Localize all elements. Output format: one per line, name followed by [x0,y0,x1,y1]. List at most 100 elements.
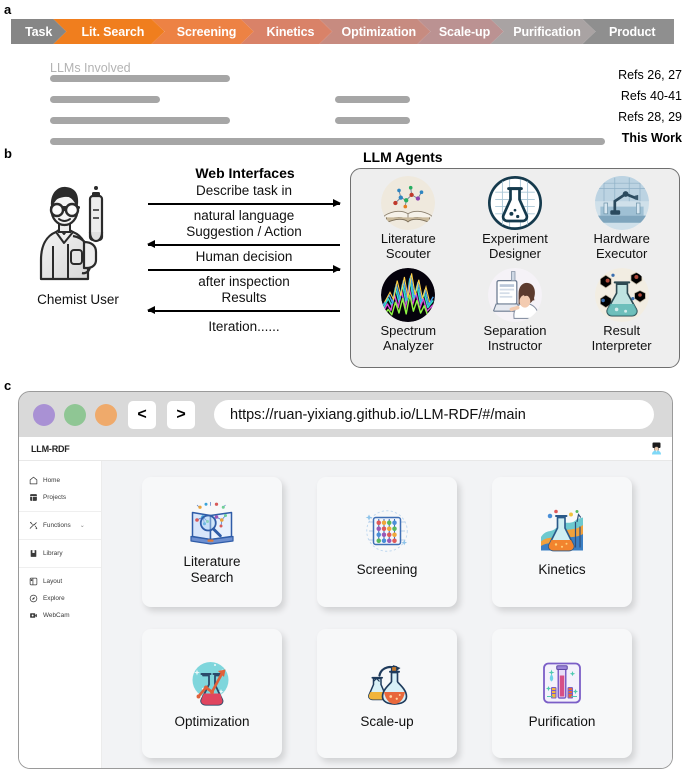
coverage-bar [50,96,160,103]
app-body: Home Projects Functions ⌄ Library Layout Explo… [19,461,672,768]
card-screening[interactable]: Screening [317,477,457,607]
arrowhead-left-icon [147,306,155,314]
card-kinetics[interactable]: Kinetics [492,477,632,607]
flask-circle-icon [487,176,542,230]
projects-icon [29,493,38,502]
well-plate-icon [363,507,411,555]
workflow-step-label: Kinetics [266,24,315,39]
optimization-arrow-icon [188,659,236,707]
workflow-step-label: Task [25,24,53,39]
app-brand-label: LLM-RDF [31,443,70,454]
coverage-bar [50,138,605,145]
arrowhead-right-icon [333,265,341,273]
chemist-illustration-icon [39,186,104,281]
workflow-step-kinetics: Kinetics [241,19,333,44]
back-button[interactable]: < [128,400,156,429]
workflow-step-label: Scale-up [438,24,491,39]
sidebar-item-functions[interactable]: Functions ⌄ [19,517,101,534]
reference-label: Refs 28, 29 [618,110,682,124]
scientist-computer-icon [487,268,542,322]
agent-result-interpreter: Result Interpreter [568,268,675,360]
robot-arm-icon [594,176,649,230]
arrow-shaft [148,310,340,312]
sidebar-item-label: Library [43,550,63,557]
arrow-line [147,240,340,249]
agent-spectrum-analyzer: Spectrum Analyzer [355,268,462,360]
card-purification[interactable]: Purification [492,628,632,758]
panel-a-workflow: Task Lit. Search Screening Kinetics Optimiza… [0,14,685,145]
sidebar-item-label: Home [43,477,61,484]
sidebar-group: Library [19,540,101,568]
agent-name: Literature Scouter [380,231,436,261]
coverage-bar [335,96,410,103]
app-sidebar: Home Projects Functions ⌄ Library Layout Explo… [19,461,102,768]
sidebar-item-layout[interactable]: Layout [19,573,101,590]
sidebar-item-library[interactable]: Library [19,545,101,562]
agent-name: Spectrum Analyzer [380,323,437,353]
green-dot[interactable] [64,403,86,426]
forward-button[interactable]: > [167,400,195,429]
workflow-step-product: Product [582,19,674,44]
agent-name: Separation Instructor [483,323,547,353]
llms-involved-label: LLMs Involved [50,61,131,75]
figure-root: a Task Lit. Search Screening Kinetics Optimi… [0,0,685,775]
sidebar-item-webcam[interactable]: WebCam [19,607,101,624]
llm-agents-title: LLM Agents [363,149,443,165]
module-card-grid: Literature Search Screening Kinetics Opt… [102,461,672,768]
reference-label: Refs 40-41 [620,89,682,103]
arrow-line [148,199,341,208]
arrow-line [147,306,340,315]
user-avatar-icon[interactable] [651,442,662,455]
interaction-exchange: Results [147,290,340,315]
workflow-step-purification: Purification [491,19,596,44]
card-label: Scale-up [360,713,414,729]
interaction-exchange: Describe task in natural language [148,183,341,224]
sidebar-item-projects[interactable]: Projects [19,489,101,506]
purple-dot[interactable] [33,403,55,426]
purification-column-icon [538,659,586,707]
card-label: Screening [356,562,418,578]
arrowhead-left-icon [147,240,155,248]
card-scale-up[interactable]: Scale-up [317,628,457,758]
exchange-label-below: natural language [193,208,295,223]
agent-experiment-designer: Experiment Designer [462,176,569,268]
functions-icon [29,521,38,530]
workflow-chevron-bar: Task Lit. Search Screening Kinetics Optimiza… [11,19,674,44]
webcam-icon [29,611,38,620]
sidebar-group: Functions ⌄ [19,512,101,540]
workflow-step-label: Lit. Search [81,24,145,39]
sidebar-item-home[interactable]: Home [19,472,101,489]
exchange-label-above: Describe task in [195,183,293,198]
exchange-label-below: after inspection [198,274,290,289]
exchange-label-above: Human decision [195,249,293,264]
url-input[interactable]: https://ruan-yixiang.github.io/LLM-RDF/#… [214,400,654,429]
chevron-down-icon[interactable]: ⌄ [80,522,85,529]
workflow-step-label: Product [608,24,656,39]
sidebar-item-label: Layout [43,578,63,585]
workflow-step-screening: Screening [151,19,253,44]
llm-agents-panel: Literature Scouter Experiment Designer H… [350,168,680,368]
orange-dot[interactable] [95,403,117,426]
card-optimization[interactable]: Optimization [142,628,282,758]
sidebar-item-explore[interactable]: Explore [19,590,101,607]
card-literature-search[interactable]: Literature Search [142,477,282,607]
card-label: Optimization [174,713,250,729]
interaction-arrows: Describe task in natural language Suggesti… [147,183,341,334]
exchange-label-above: Results [221,290,267,305]
arrow-line [148,265,341,274]
agent-name: Result Interpreter [591,323,652,353]
arrow-shaft [148,269,340,271]
workflow-step-optimization: Optimization [319,19,430,44]
layout-icon [29,577,38,586]
sidebar-group: Home Projects [19,467,101,512]
agent-name: Experiment Designer [482,231,548,261]
card-label: Purification [528,713,596,729]
workflow-step-lit-search: Lit. Search [53,19,164,44]
interaction-exchange: Suggestion / Action [147,224,340,249]
agent-separation-instructor: Separation Instructor [462,268,569,360]
chemist-user-caption: Chemist User [37,292,119,307]
library-icon [29,549,38,558]
app-header: LLM-RDF [19,437,672,461]
arrow-shaft [148,244,340,246]
panel-b-interaction: Chemist User Web Interfaces Describe tas… [0,145,685,375]
